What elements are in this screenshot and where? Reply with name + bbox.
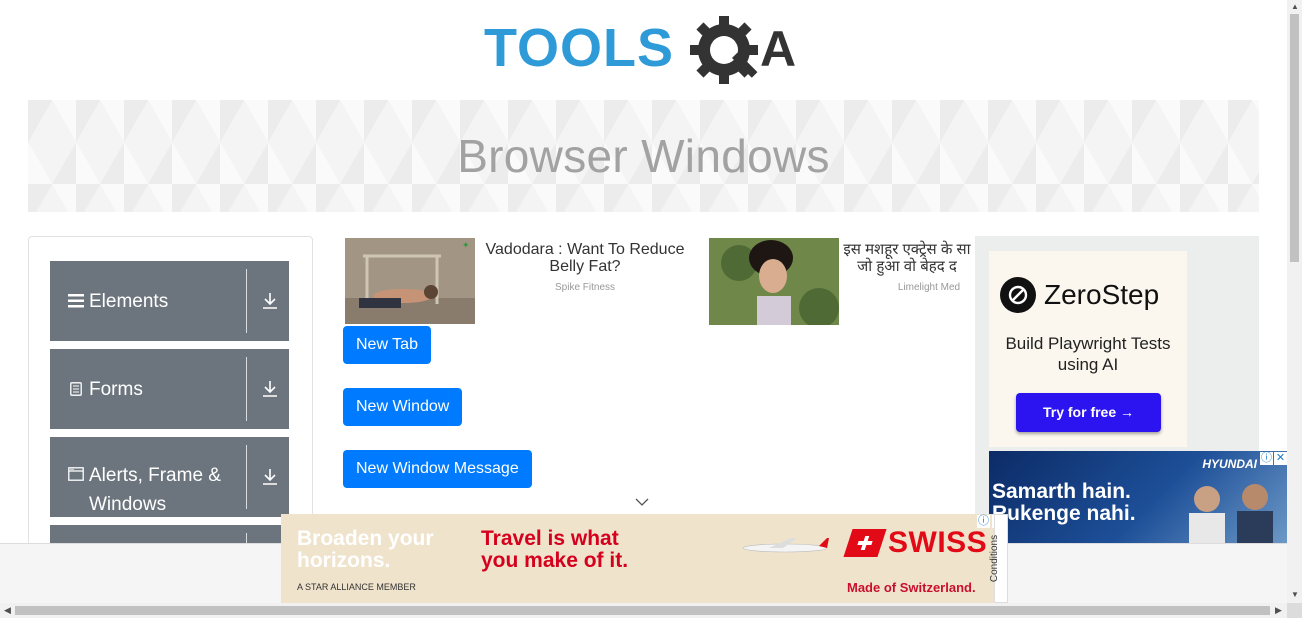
native-ad-fitness[interactable]: ✦ Vadodara : Want To Reduce Belly Fat? S…: [345, 238, 695, 324]
hyundai-ad[interactable]: HYUNDAI Samarth hain. Rukenge nahi.: [989, 451, 1287, 543]
new-window-message-button[interactable]: New Window Message: [343, 450, 532, 488]
group-label: Forms: [89, 378, 143, 400]
scroll-right-icon[interactable]: ▶: [1275, 605, 1282, 616]
native-ad-actress[interactable]: इस मशहूर एक्ट्रेस के सा जो हुआ वो बेहद द…: [709, 238, 975, 326]
ad-source: Limelight Med: [897, 282, 961, 293]
vertical-scroll-thumb[interactable]: [1290, 14, 1299, 262]
logo-text-a: A: [760, 21, 796, 77]
swiss-slogan: Made of Switzerland.: [847, 580, 976, 595]
group-elements[interactable]: Elements: [50, 261, 289, 341]
zerostep-ad[interactable]: ZeroStep Build Playwright Tests using AI…: [989, 251, 1187, 447]
download-icon[interactable]: [261, 292, 279, 310]
download-icon[interactable]: [261, 380, 279, 398]
horizontal-scrollbar[interactable]: ◀ ▶: [0, 603, 1287, 618]
svg-text:✦: ✦: [462, 240, 470, 250]
group-label: Elements: [89, 290, 169, 312]
group-alerts-frame-windows[interactable]: Alerts, Frame & Windows: [50, 437, 289, 517]
ad-headline: इस मशहूर एक्ट्रेस के सा जो हुआ वो बेहद द: [843, 241, 971, 275]
hyundai-brand: HYUNDAI: [1202, 457, 1257, 471]
scroll-down-icon[interactable]: ▼: [1291, 590, 1299, 599]
ad-headline: Vadodara : Want To Reduce Belly Fat?: [485, 241, 685, 275]
try-for-free-button[interactable]: Try for free →: [1016, 393, 1161, 432]
logo-text-tools: TOOLS: [484, 18, 674, 78]
zerostep-logo-icon: [1000, 277, 1036, 313]
ad-info-icon[interactable]: ⓘ: [977, 515, 990, 528]
swiss-logo: SWISS: [843, 526, 988, 560]
scroll-up-icon[interactable]: ▲: [1291, 2, 1299, 11]
page-title: Browser Windows: [457, 130, 830, 182]
vertical-scrollbar[interactable]: ▲ ▼: [1287, 0, 1302, 603]
group-divider: [246, 269, 247, 333]
ad-info-icon[interactable]: ⓘ: [1260, 452, 1273, 465]
ad-image: [709, 238, 839, 325]
group-forms[interactable]: Forms: [50, 349, 289, 429]
swiss-brand: SWISS: [888, 526, 988, 559]
group-divider: [246, 357, 247, 421]
hamburger-icon: [67, 294, 85, 308]
hyundai-headline: Samarth hain. Rukenge nahi.: [992, 480, 1136, 525]
swiss-ad[interactable]: Broaden your horizons. A STAR ALLIANCE M…: [281, 514, 994, 603]
scroll-left-icon[interactable]: ◀: [4, 605, 11, 616]
group-divider: [246, 445, 247, 509]
swiss-left-text: Broaden your horizons.: [297, 527, 434, 572]
window-icon: [67, 467, 85, 481]
page-banner: Browser Windows: [28, 100, 1259, 212]
ad-close-icon[interactable]: ✕: [1274, 452, 1287, 465]
zerostep-tagline: Build Playwright Tests using AI: [1005, 334, 1171, 374]
toolsqa-logo[interactable]: TOOLS A: [484, 14, 808, 92]
ad-image: ✦: [345, 238, 475, 324]
scrollbar-corner: [1287, 603, 1302, 618]
conditions-tab[interactable]: Conditions: [989, 514, 1008, 603]
document-icon: [67, 382, 85, 396]
group-label: Alerts, Frame & Windows: [89, 465, 221, 515]
download-icon[interactable]: [261, 468, 279, 486]
swiss-middle-text: Travel is what you make of it.: [481, 527, 629, 572]
zerostep-logo: ZeroStep: [1000, 277, 1159, 313]
zerostep-brand: ZeroStep: [1044, 279, 1160, 310]
conditions-label: Conditions: [989, 534, 1001, 583]
ad-people-image: [1189, 484, 1273, 543]
swiss-cross-icon: [843, 529, 887, 557]
ad-source: Spike Fitness: [554, 282, 616, 293]
new-tab-button[interactable]: New Tab: [343, 326, 431, 364]
star-alliance-text: A STAR ALLIANCE MEMBER: [297, 582, 416, 592]
left-panel: Elements Forms Alerts, Frame & Windows: [28, 236, 313, 566]
chevron-down-icon[interactable]: [635, 497, 649, 507]
plane-image: [742, 538, 829, 553]
horizontal-scroll-thumb[interactable]: [15, 606, 1270, 615]
new-window-button[interactable]: New Window: [343, 388, 463, 426]
